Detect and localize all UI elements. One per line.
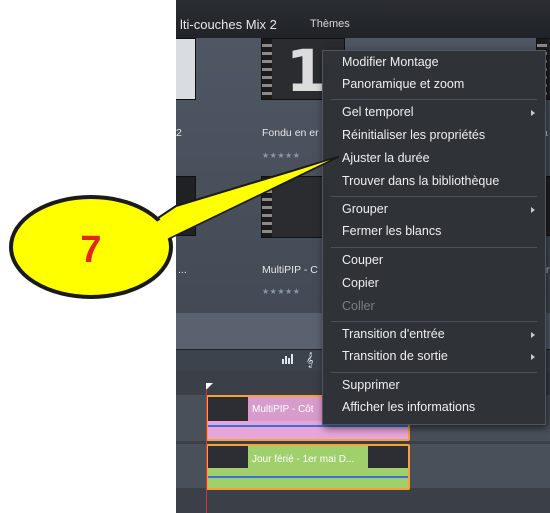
callout-pointer-fill (150, 160, 330, 246)
callout-annotation: 7 (9, 156, 339, 299)
callout-number: 7 (80, 229, 101, 271)
